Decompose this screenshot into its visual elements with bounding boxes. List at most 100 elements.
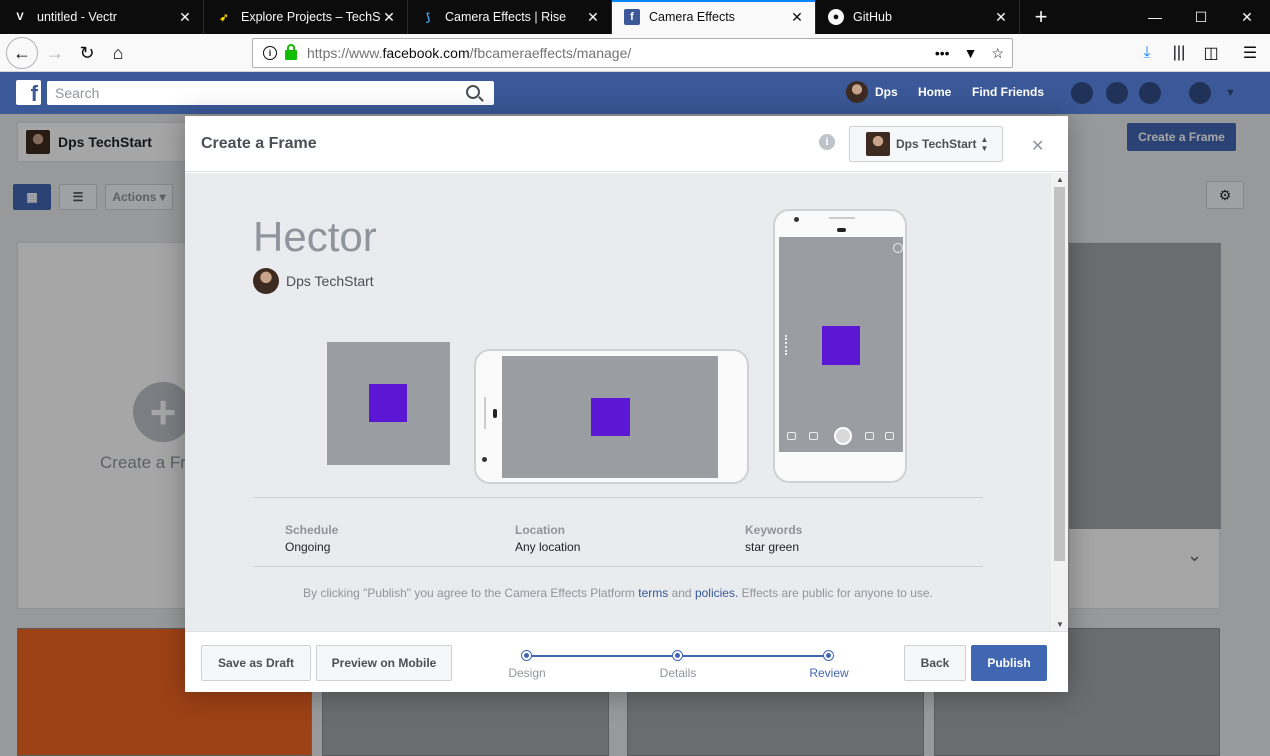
window-close-button[interactable]: ✕ — [1224, 0, 1270, 34]
frame-owner: Dps TechStart — [253, 268, 374, 294]
phone-speaker — [493, 409, 497, 418]
close-icon[interactable]: ✕ — [789, 9, 805, 26]
search-icon[interactable] — [466, 85, 480, 99]
browser-tab-bar: V untitled - Vectr ✕ ➶ Explore Projects … — [0, 0, 1270, 34]
modal-footer: Save as Draft Preview on Mobile Design D… — [185, 631, 1068, 692]
tab-title: Camera Effects — [649, 10, 735, 24]
effects-icon — [865, 432, 874, 440]
url-text[interactable]: https://www.facebook.com/fbcameraeffects… — [307, 45, 935, 61]
nav-home[interactable]: Home — [918, 85, 951, 99]
close-icon[interactable]: ✕ — [993, 9, 1009, 26]
step-dot-review[interactable] — [824, 651, 833, 660]
nav-find-friends[interactable]: Find Friends — [972, 85, 1044, 99]
browser-nav-bar: ← → ↻ ⌂ i https://www.facebook.com/fbcam… — [0, 34, 1270, 72]
step-review[interactable]: Review — [809, 666, 848, 680]
facebook-top-bar: f Search Dps Home Find Friends ▼ — [0, 72, 1270, 114]
close-icon[interactable]: ✕ — [1031, 136, 1044, 156]
scroll-down-icon[interactable]: ▼ — [1056, 620, 1064, 629]
notifications-globe-icon[interactable] — [1139, 82, 1161, 104]
avatar[interactable] — [846, 81, 868, 103]
landscape-phone-preview — [474, 349, 749, 484]
tab-github[interactable]: ● GitHub ✕ — [816, 0, 1020, 34]
preview-on-mobile-button[interactable]: Preview on Mobile — [316, 645, 452, 681]
owner-name: Dps TechStart — [286, 273, 374, 289]
close-icon[interactable]: ✕ — [381, 9, 397, 26]
more-icon[interactable]: ••• — [935, 45, 950, 61]
tab-title: GitHub — [853, 10, 892, 24]
help-icon[interactable] — [1189, 82, 1211, 104]
url-bar[interactable]: i https://www.facebook.com/fbcameraeffec… — [252, 38, 1013, 68]
modal-scrollbar[interactable]: ▲ ▼ — [1051, 173, 1068, 631]
divider — [253, 497, 983, 498]
back-button[interactable]: Back — [904, 645, 966, 681]
frame-graphic — [591, 398, 630, 436]
tab-camera-effects[interactable]: f Camera Effects ✕ — [612, 0, 816, 34]
sidebar-icon[interactable]: ◫ — [1196, 38, 1226, 68]
forward-button[interactable]: → — [40, 38, 70, 68]
minimize-button[interactable]: — — [1132, 0, 1178, 34]
divider — [253, 566, 983, 567]
facebook-icon: f — [624, 9, 640, 25]
close-icon[interactable]: ✕ — [177, 9, 193, 26]
back-button[interactable]: ← — [6, 37, 38, 69]
messenger-icon[interactable] — [1106, 82, 1128, 104]
rocket-icon: ➶ — [219, 11, 229, 24]
nav-profile[interactable]: Dps — [875, 85, 898, 99]
dots-icon — [785, 335, 787, 355]
frame-graphic — [369, 384, 407, 422]
scrollbar-thumb[interactable] — [1054, 187, 1065, 561]
download-icon[interactable]: ⤓ — [1132, 38, 1162, 68]
page-select-label: Dps TechStart — [896, 137, 977, 151]
phone-screen — [502, 356, 718, 478]
github-icon: ● — [828, 9, 844, 25]
maximize-button[interactable]: ☐ — [1178, 0, 1224, 34]
phone-speaker — [829, 217, 855, 219]
magic-icon — [787, 432, 796, 440]
home-icon[interactable]: ⌂ — [103, 38, 133, 68]
square-preview — [327, 342, 450, 465]
phone-speaker — [837, 228, 846, 232]
reload-button[interactable]: ↻ — [72, 38, 102, 68]
scroll-up-icon[interactable]: ▲ — [1056, 175, 1064, 184]
step-dot-details[interactable] — [673, 651, 682, 660]
search-placeholder: Search — [55, 85, 100, 101]
phone-button — [484, 397, 486, 429]
terms-link[interactable]: terms — [638, 586, 668, 600]
step-design[interactable]: Design — [508, 666, 545, 680]
camera-icon — [809, 432, 818, 440]
tab-rise[interactable]: ⟆ Camera Effects | Rise ✕ — [408, 0, 612, 34]
summary-schedule: Schedule Ongoing — [285, 523, 339, 554]
policies-link[interactable]: policies. — [695, 586, 738, 600]
bookmark-star-icon[interactable]: ☆ — [991, 45, 1004, 62]
modal-title: Create a Frame — [201, 135, 317, 152]
publish-button[interactable]: Publish — [971, 645, 1047, 681]
step-dot-design[interactable] — [522, 651, 531, 660]
phone-screen — [779, 237, 903, 452]
caret-down-icon[interactable]: ▼ — [1225, 87, 1236, 99]
step-details[interactable]: Details — [660, 666, 697, 680]
lock-icon — [285, 44, 297, 60]
sort-caret-icon: ▲ ▼ — [980, 135, 989, 153]
phone-camera — [482, 457, 487, 462]
summary-keywords: Keywords star green — [745, 523, 803, 554]
new-tab-button[interactable]: + — [1024, 0, 1058, 34]
menu-icon[interactable]: ☰ — [1235, 38, 1265, 68]
vectr-icon: V — [16, 11, 24, 23]
facebook-logo-icon[interactable]: f — [16, 80, 41, 105]
page-select-dropdown[interactable]: Dps TechStart ▲ ▼ — [849, 126, 1003, 162]
shutter-icon — [834, 427, 852, 445]
save-draft-button[interactable]: Save as Draft — [201, 645, 311, 681]
info-icon[interactable]: i — [819, 134, 835, 150]
pocket-icon[interactable]: ▼ — [964, 45, 978, 61]
close-icon[interactable]: ✕ — [585, 9, 601, 26]
friends-icon[interactable] — [1071, 82, 1093, 104]
info-icon[interactable]: i — [263, 46, 277, 60]
tab-vectr[interactable]: V untitled - Vectr ✕ — [0, 0, 204, 34]
frame-name: Hector — [253, 213, 377, 260]
search-input[interactable]: Search — [47, 81, 494, 105]
tab-techstart[interactable]: ➶ Explore Projects – TechStart ✕ — [204, 0, 408, 34]
library-icon[interactable]: ||| — [1164, 38, 1194, 68]
options-icon — [893, 243, 903, 253]
modal-header: Create a Frame i Dps TechStart ▲ ▼ ✕ — [185, 116, 1068, 172]
phone-camera — [794, 217, 799, 222]
